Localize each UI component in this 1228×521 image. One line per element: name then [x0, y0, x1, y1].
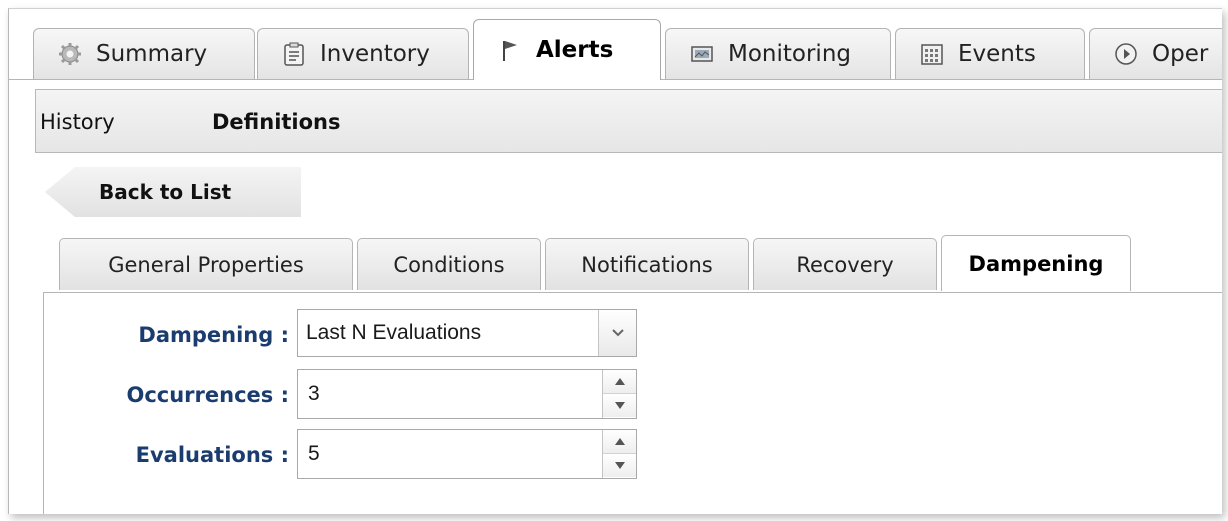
tab-label: Alerts	[536, 37, 614, 63]
definition-tab-bar: General Properties Conditions Notificati…	[39, 235, 1222, 293]
clipboard-icon	[282, 42, 306, 66]
evaluations-stepper[interactable]: 5	[297, 429, 637, 479]
decrement-arrow-icon[interactable]	[603, 454, 636, 477]
tab-monitoring[interactable]: Monitoring	[665, 28, 891, 79]
increment-arrow-icon[interactable]	[603, 430, 636, 454]
occurrences-stepper[interactable]: 3	[297, 369, 637, 419]
tab-operations[interactable]: Oper	[1089, 28, 1222, 79]
evaluations-stepper-arrows	[602, 430, 636, 478]
alerts-subnav: History Definitions	[35, 89, 1222, 153]
tab-label: Conditions	[393, 252, 505, 277]
monitor-icon	[690, 42, 714, 66]
tab-label: Monitoring	[728, 41, 851, 67]
tab-events[interactable]: Events	[895, 28, 1085, 79]
occurrences-value: 3	[308, 382, 320, 405]
occurrences-label: Occurrences :	[126, 383, 289, 407]
dampening-label: Dampening :	[138, 323, 289, 347]
tab-conditions[interactable]: Conditions	[357, 238, 541, 290]
tab-general-properties[interactable]: General Properties	[59, 238, 353, 290]
subnav-definitions[interactable]: Definitions	[212, 110, 341, 134]
evaluations-value: 5	[308, 442, 320, 465]
occurrences-stepper-arrows	[602, 370, 636, 418]
tab-label: Oper	[1152, 41, 1209, 67]
tab-summary[interactable]: Summary	[33, 28, 255, 79]
main-tab-bar: Summary Inventory Alerts Monitoring Even…	[9, 17, 1222, 81]
dampening-select[interactable]: Last N Evaluations	[297, 309, 637, 357]
tab-alerts[interactable]: Alerts	[473, 19, 661, 80]
flag-icon	[498, 38, 522, 62]
play-circle-icon	[1114, 42, 1138, 66]
gear-icon	[58, 42, 82, 66]
tab-label: Dampening	[968, 251, 1104, 276]
alert-definition-window: Summary Inventory Alerts Monitoring Even…	[8, 8, 1222, 514]
increment-arrow-icon[interactable]	[603, 370, 636, 394]
tab-inventory[interactable]: Inventory	[257, 28, 469, 79]
calendar-grid-icon	[920, 42, 944, 66]
subnav-history[interactable]: History	[40, 110, 115, 134]
dampening-select-value: Last N Evaluations	[306, 321, 482, 344]
tab-label: Events	[958, 41, 1036, 67]
tab-dampening[interactable]: Dampening	[941, 235, 1131, 291]
tab-label: General Properties	[108, 252, 304, 277]
decrement-arrow-icon[interactable]	[603, 394, 636, 417]
tab-label: Summary	[96, 41, 208, 67]
tab-label: Recovery	[796, 252, 894, 277]
tab-label: Inventory	[320, 41, 430, 67]
tab-recovery[interactable]: Recovery	[753, 238, 937, 290]
chevron-down-icon[interactable]	[598, 310, 636, 356]
evaluations-label: Evaluations :	[135, 443, 289, 467]
back-to-list-label: Back to List	[99, 180, 232, 204]
back-to-list-button[interactable]: Back to List	[45, 167, 301, 217]
tab-notifications[interactable]: Notifications	[545, 238, 749, 290]
tab-label: Notifications	[581, 252, 713, 277]
